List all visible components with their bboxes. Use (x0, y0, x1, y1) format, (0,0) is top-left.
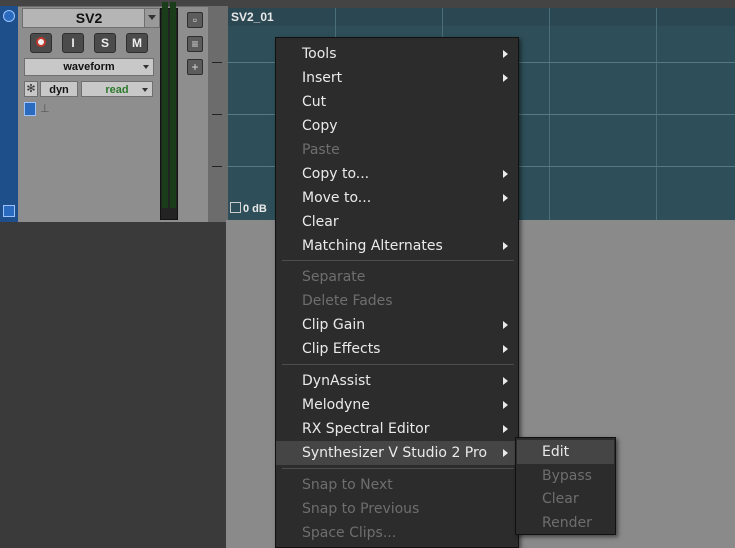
voice-icon[interactable] (24, 102, 36, 116)
submenu-arrow-icon (503, 449, 508, 457)
menu-item-label: RX Spectral Editor (302, 421, 430, 437)
context-menu: Tools Insert Cut Copy Paste Copy to... M… (275, 37, 519, 548)
submenu-item-clear: Clear (542, 491, 579, 507)
submenu-item-edit[interactable]: Edit (517, 440, 614, 464)
menu-item-label: Snap to Previous (302, 501, 420, 517)
pan-icon: ⊥ (40, 103, 50, 115)
ruler-tick (212, 166, 222, 167)
input-monitor-button[interactable]: I (62, 33, 84, 53)
menu-item-label: Copy (302, 118, 338, 134)
menu-item-label: Delete Fades (302, 293, 393, 309)
menu-item-matching-alternates[interactable]: Matching Alternates (302, 234, 518, 258)
meter-bar-left (162, 2, 168, 208)
menu-item-clip-effects[interactable]: Clip Effects (302, 337, 518, 361)
track-resize-icon[interactable] (3, 205, 15, 217)
record-icon (36, 37, 46, 47)
automation-snowflake-icon[interactable]: ✻ (24, 81, 38, 97)
submenu-arrow-icon (503, 74, 508, 82)
clip-gain-icon (230, 202, 241, 213)
menu-item-cut[interactable]: Cut (302, 90, 518, 114)
menu-item-label: Synthesizer V Studio 2 Pro (302, 445, 488, 461)
menu-item-insert[interactable]: Insert (302, 66, 518, 90)
ruler-tick (212, 114, 222, 115)
menu-item-paste: Paste (302, 138, 518, 162)
automation-type-selector[interactable]: dyn (40, 81, 78, 97)
menu-item-clear[interactable]: Clear (302, 210, 518, 234)
clip-title-bar[interactable] (228, 8, 735, 26)
menu-item-copy-to[interactable]: Copy to... (302, 162, 518, 186)
submenu-arrow-icon (503, 401, 508, 409)
submenu-arrow-icon (503, 50, 508, 58)
submenu-arrow-icon (503, 321, 508, 329)
menu-item-label: Cut (302, 94, 327, 110)
track-color-strip (0, 6, 18, 222)
submenu-item-render: Render (542, 515, 592, 531)
synthesizer-v-submenu: Edit Bypass Clear Render (515, 437, 616, 535)
list-icon[interactable]: ≡ (187, 36, 203, 52)
menu-item-move-to[interactable]: Move to... (302, 186, 518, 210)
menu-item-label: Clip Gain (302, 317, 366, 333)
menu-item-snap-to-previous: Snap to Previous (302, 497, 518, 521)
menu-item-label: Space Clips... (302, 525, 397, 541)
clip-name: SV2_01 (231, 10, 274, 24)
menu-item-label: Copy to... (302, 166, 370, 182)
square-view-icon[interactable]: ▫ (187, 12, 203, 28)
menu-item-label: Clear (302, 214, 339, 230)
clip-gain-indicator[interactable]: 0 dB (230, 202, 267, 215)
menu-item-label: Clip Effects (302, 341, 381, 357)
submenu-arrow-icon (503, 194, 508, 202)
menu-item-synthesizer-v[interactable]: Synthesizer V Studio 2 Pro (276, 441, 518, 465)
ruler-tick (212, 62, 222, 63)
menu-item-label: Separate (302, 269, 366, 285)
menu-item-label: Insert (302, 70, 343, 86)
menu-item-label: Move to... (302, 190, 372, 206)
menu-separator (282, 468, 514, 469)
menu-separator (282, 260, 514, 261)
submenu-arrow-icon (503, 377, 508, 385)
menu-item-tools[interactable]: Tools (302, 42, 518, 66)
menu-item-dynassist[interactable]: DynAssist (302, 369, 518, 393)
menu-separator (282, 364, 514, 365)
submenu-arrow-icon (503, 170, 508, 178)
submenu-item-bypass: Bypass (542, 468, 592, 484)
menu-item-label: Tools (302, 46, 337, 62)
menu-item-snap-to-next: Snap to Next (302, 473, 518, 497)
menu-item-label: Matching Alternates (302, 238, 443, 254)
track-name[interactable]: SV2 (22, 8, 156, 28)
add-icon[interactable]: + (187, 59, 203, 75)
menu-item-space-clips: Space Clips... (302, 521, 518, 545)
menu-item-label: DynAssist (302, 373, 371, 389)
submenu-arrow-icon (503, 425, 508, 433)
track-options-icon[interactable] (3, 10, 15, 22)
clip-gain-value: 0 dB (243, 203, 267, 215)
automation-mode-selector[interactable]: read (81, 81, 153, 97)
track-view-selector[interactable]: waveform (24, 58, 154, 76)
track-name-menu-icon[interactable] (144, 8, 160, 28)
solo-button[interactable]: S (94, 33, 116, 53)
submenu-arrow-icon (503, 242, 508, 250)
menu-item-label: Melodyne (302, 397, 370, 413)
empty-track-area (0, 222, 226, 548)
menu-item-rx-spectral-editor[interactable]: RX Spectral Editor (302, 417, 518, 441)
menu-item-melodyne[interactable]: Melodyne (302, 393, 518, 417)
menu-item-separate: Separate (302, 265, 518, 289)
record-enable-button[interactable] (30, 33, 52, 53)
menu-item-delete-fades: Delete Fades (302, 289, 518, 313)
submenu-arrow-icon (503, 345, 508, 353)
menu-item-clip-gain[interactable]: Clip Gain (302, 313, 518, 337)
menu-item-copy[interactable]: Copy (302, 114, 518, 138)
mute-button[interactable]: M (126, 33, 148, 53)
menu-item-label: Paste (302, 142, 340, 158)
menu-item-label: Snap to Next (302, 477, 393, 493)
meter-bar-right (170, 2, 176, 208)
